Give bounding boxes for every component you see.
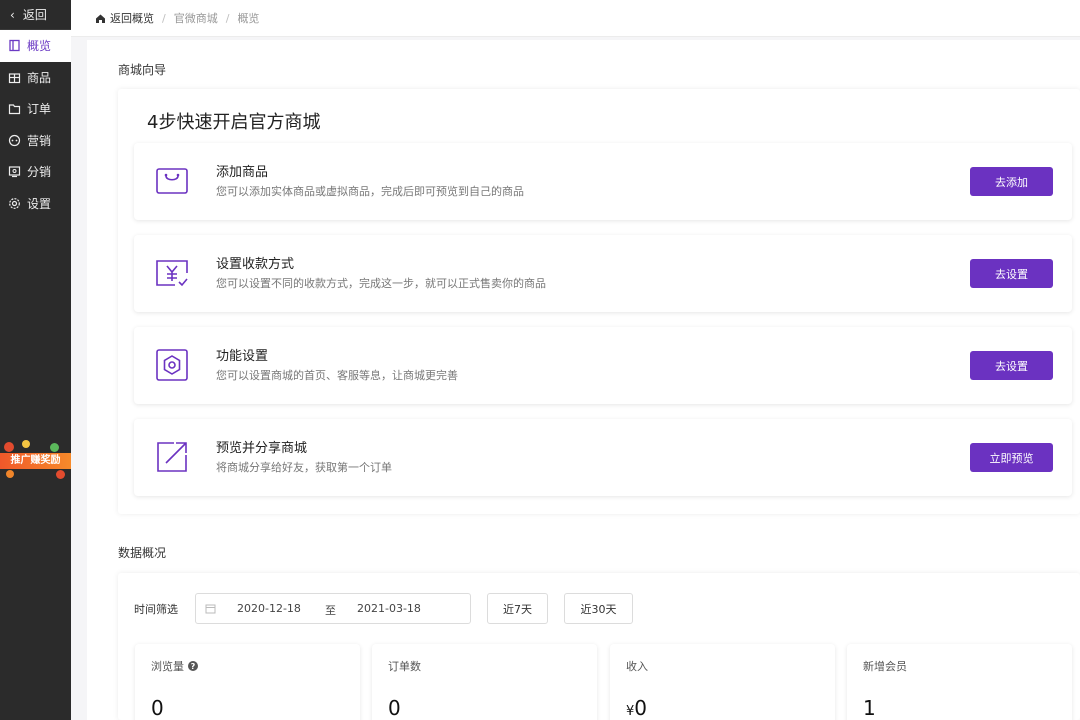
last-30-days-button[interactable]: 近30天: [564, 593, 633, 624]
step-title: 添加商品: [216, 165, 269, 180]
stat-value: ¥0: [626, 696, 647, 720]
stat-label: 收入: [626, 658, 648, 674]
step-add-goods: 添加商品 您可以添加实体商品或虚拟商品，完成后即可预览到自己的商品 去添加: [134, 143, 1072, 220]
sidebar-item-goods[interactable]: 商品: [0, 62, 71, 94]
step-title: 预览并分享商城: [216, 441, 308, 456]
payment-setup-button[interactable]: 去设置: [970, 259, 1053, 288]
step-title: 设置收款方式: [216, 257, 295, 272]
sidebar-item-overview[interactable]: 概览: [0, 30, 71, 62]
stat-label-text: 订单数: [388, 660, 421, 673]
settings-icon: [8, 197, 21, 210]
stat-label: 浏览量 ?: [151, 658, 198, 674]
guide-heading: 4步快速开启官方商城: [147, 112, 321, 133]
breadcrumb-home[interactable]: 返回概览: [95, 10, 154, 26]
step-preview-share: 预览并分享商城 将商城分享给好友，获取第一个订单 立即预览: [134, 419, 1072, 496]
last-7-days-button[interactable]: 近7天: [487, 593, 548, 624]
data-section-title: 数据概况: [118, 546, 167, 560]
stat-value: 0: [151, 696, 164, 720]
step-description: 将商城分享给好友，获取第一个订单: [216, 461, 392, 474]
date-end[interactable]: 2021-03-18: [357, 602, 421, 615]
step-function-settings: 功能设置 您可以设置商城的首页、客服等息，让商城更完善 去设置: [134, 327, 1072, 404]
goods-icon: [8, 71, 21, 84]
hexagon-settings-icon: [154, 347, 190, 383]
breadcrumb-item[interactable]: 官微商城: [174, 10, 218, 26]
sidebar-item-label: 商品: [27, 70, 52, 85]
breadcrumb-separator: /: [162, 11, 166, 25]
guide-section-title: 商城向导: [118, 63, 167, 77]
stat-label-text: 新增会员: [863, 660, 907, 673]
promo-text: 推广赚奖励: [0, 453, 71, 469]
decoration-dot: [4, 442, 14, 452]
date-range-picker[interactable]: 2020-12-18 至 2021-03-18: [195, 593, 471, 624]
stat-label-text: 浏览量: [151, 660, 184, 673]
stat-value-number: 0: [634, 696, 648, 720]
overview-icon: [8, 39, 21, 52]
step-description: 您可以设置不同的收款方式，完成这一步，就可以正式售卖你的商品: [216, 277, 546, 290]
decoration-dot: [6, 470, 14, 478]
back-label: 返回: [22, 8, 47, 22]
stat-card-orders: 订单数 0: [372, 644, 597, 720]
shopping-bag-icon: [154, 163, 190, 199]
stat-card-new-members: 新增会员 1: [847, 644, 1072, 720]
add-goods-button[interactable]: 去添加: [970, 167, 1053, 196]
share-arrow-icon: [154, 439, 190, 475]
preview-now-button[interactable]: 立即预览: [970, 443, 1053, 472]
breadcrumb-home-label: 返回概览: [110, 12, 154, 25]
sidebar-item-label: 分销: [27, 165, 52, 180]
date-start[interactable]: 2020-12-18: [237, 602, 301, 615]
time-filter-label: 时间筛选: [134, 603, 178, 616]
stat-value: 1: [863, 696, 876, 720]
sidebar: ‹ 返回 概览 商品 订单 营销 分销 设置 推广赚奖励: [0, 0, 71, 720]
breadcrumb-separator: /: [225, 11, 230, 25]
chevron-left-icon: ‹: [10, 7, 15, 22]
date-separator: 至: [325, 604, 336, 617]
breadcrumb-item: 概览: [237, 12, 260, 25]
payment-yuan-icon: [154, 255, 190, 291]
sidebar-item-label: 设置: [27, 196, 52, 211]
decoration-dot: [22, 440, 30, 448]
stat-card-views: 浏览量 ? 0: [135, 644, 360, 720]
sidebar-item-distribution[interactable]: 分销: [0, 156, 71, 188]
help-icon[interactable]: ?: [188, 661, 198, 671]
marketing-icon: [8, 134, 21, 147]
stat-card-income: 收入 ¥0: [610, 644, 835, 720]
function-setup-button[interactable]: 去设置: [970, 351, 1053, 380]
calendar-icon: [205, 604, 216, 614]
sidebar-item-label: 营销: [27, 133, 52, 148]
step-description: 您可以添加实体商品或虚拟商品，完成后即可预览到自己的商品: [216, 185, 524, 198]
order-icon: [8, 102, 21, 115]
home-icon: [96, 14, 105, 23]
stat-label: 订单数: [388, 658, 421, 674]
step-title: 功能设置: [216, 349, 269, 364]
sidebar-item-order[interactable]: 订单: [0, 93, 71, 125]
distribution-icon: [8, 165, 21, 178]
decoration-dot: [56, 470, 65, 479]
stat-value: 0: [388, 696, 401, 720]
step-payment: 设置收款方式 您可以设置不同的收款方式，完成这一步，就可以正式售卖你的商品 去设…: [134, 235, 1072, 312]
sidebar-item-label: 概览: [27, 39, 52, 54]
sidebar-item-marketing[interactable]: 营销: [0, 125, 71, 157]
promo-banner[interactable]: 推广赚奖励: [0, 438, 71, 480]
decoration-dot: [50, 443, 59, 452]
sidebar-item-label: 订单: [27, 102, 52, 117]
back-button[interactable]: ‹ 返回: [0, 0, 71, 30]
sidebar-item-settings[interactable]: 设置: [0, 188, 71, 220]
breadcrumb: 返回概览 / 官微商城 / 概览: [71, 0, 1080, 37]
step-description: 您可以设置商城的首页、客服等息，让商城更完善: [216, 369, 458, 382]
stat-label-text: 收入: [626, 660, 648, 673]
stat-label: 新增会员: [863, 658, 907, 674]
